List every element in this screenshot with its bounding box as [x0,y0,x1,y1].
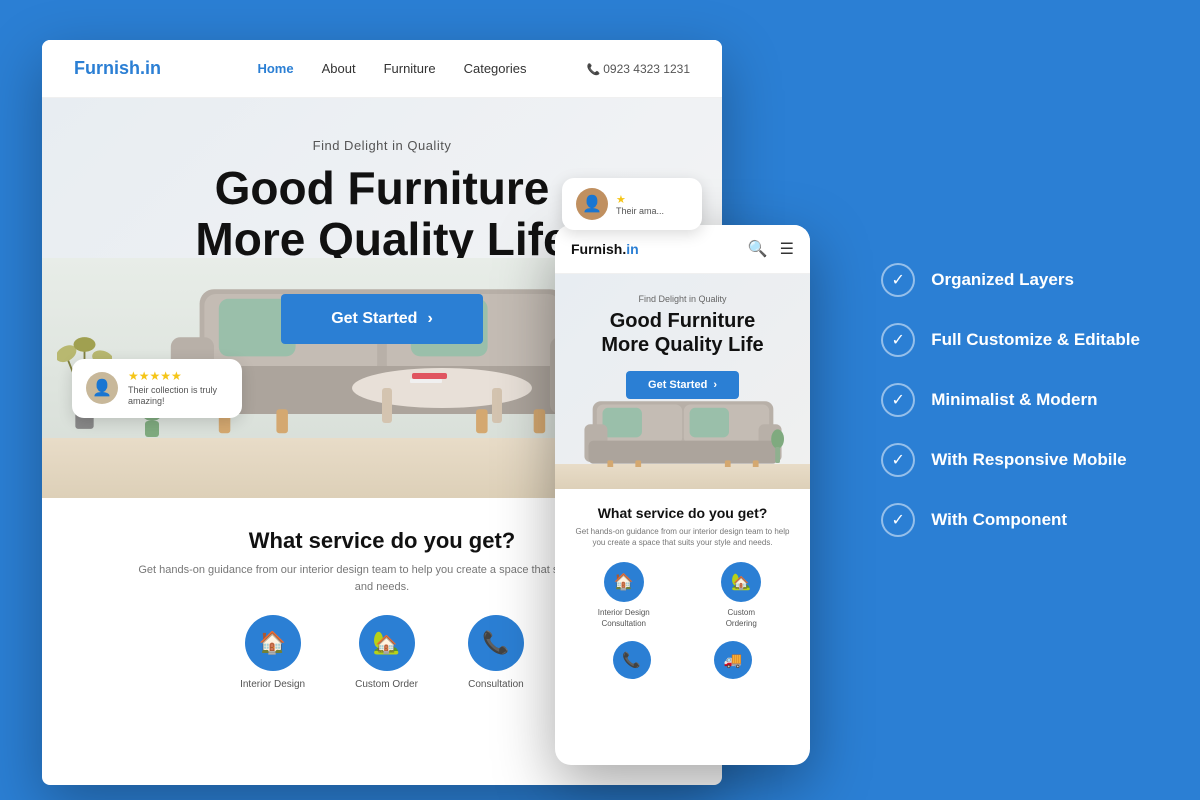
desktop-hero-subtitle: Find Delight in Quality [313,138,452,153]
feature-label-2: Full Customize & Editable [931,330,1140,350]
search-icon[interactable]: 🔍 [748,239,768,259]
feature-item-4: ✓ With Responsive Mobile [881,443,1140,477]
mobile-icon-circle-delivery: 🚚 [714,641,752,679]
review-stars: ★★★★★ [128,369,228,383]
mobile-services-grid: 🏠 Interior DesignConsultation 🏡 CustomOr… [571,562,794,629]
feature-check-4: ✓ [881,443,915,477]
service-item-custom: 🏡 Custom Order [355,615,418,690]
desktop-phone: 0923 4323 1231 [586,62,690,76]
check-icon-5: ✓ [892,510,905,530]
mobile-service-icon-custom: 🏡 [721,562,761,602]
feature-check-2: ✓ [881,323,915,357]
logo-suffix: in [145,58,161,78]
feature-item-3: ✓ Minimalist & Modern [881,383,1140,417]
mobile-nav: Furnish.in 🔍 ☰ [555,225,810,274]
mobile-title-line2: More Quality Life [601,334,763,356]
review-content-2: ★ Their ama... [616,193,664,216]
mobile-cta-arrow: › [713,379,717,391]
mobile-services-title: What service do you get? [571,505,794,521]
mobile-icons-row: 📞 🚚 [571,629,794,679]
feature-label-1: Organized Layers [931,270,1074,290]
cta-arrow: › [427,310,432,328]
feature-item-5: ✓ With Component [881,503,1140,537]
feature-item-1: ✓ Organized Layers [881,263,1140,297]
service-icon-custom: 🏡 [359,615,415,671]
desktop-cta-button[interactable]: Get Started › [281,294,483,344]
feature-item-2: ✓ Full Customize & Editable [881,323,1140,357]
mobile-icon-delivery: 🚚 [714,641,752,679]
mobile-service-custom: 🏡 CustomOrdering [689,562,795,629]
mobile-hero-title: Good Furniture More Quality Life [601,309,763,357]
mobile-sofa-area [555,384,810,489]
feature-label-5: With Component [931,510,1067,530]
review-badge-desktop: 👤 ★★★★★ Their collection is truly amazin… [72,359,242,418]
coffee-table-svg [342,363,542,443]
nav-link-categories[interactable]: Categories [464,61,527,76]
review-content: ★★★★★ Their collection is truly amazing! [128,369,228,408]
mobile-hero: Find Delight in Quality Good Furniture M… [555,274,810,489]
feature-check-3: ✓ [881,383,915,417]
mobile-icon-phone: 📞 [613,641,651,679]
cta-label: Get Started [331,310,417,328]
service-item-phone: 📞 Consultation [468,615,524,690]
nav-link-furniture[interactable]: Furniture [384,61,436,76]
mobile-floor [555,464,810,489]
service-label-interior: Interior Design [240,679,305,690]
mobile-icon-circle-phone: 📞 [613,641,651,679]
reviewer-avatar-2: 👤 [576,188,608,220]
features-list: ✓ Organized Layers ✓ Full Customize & Ed… [881,263,1140,537]
feature-label-3: Minimalist & Modern [931,390,1097,410]
feature-label-4: With Responsive Mobile [931,450,1126,470]
logo-text: Furnish. [74,58,145,78]
mobile-plant [768,427,788,467]
mobile-service-icon-interior: 🏠 [604,562,644,602]
menu-icon[interactable]: ☰ [780,239,794,259]
desktop-logo: Furnish.in [74,58,161,79]
mobile-service-label-custom: CustomOrdering [726,608,757,629]
feature-check-5: ✓ [881,503,915,537]
mobile-nav-icons: 🔍 ☰ [748,239,794,259]
mobile-services: What service do you get? Get hands-on gu… [555,489,810,695]
hero-title-line1: Good Furniture [215,162,550,214]
nav-link-about[interactable]: About [322,61,356,76]
mobile-logo: Furnish.in [571,241,748,257]
mobile-sofa-svg [568,393,798,467]
hero-title-line2: More Quality Life [195,213,568,265]
service-label-custom: Custom Order [355,679,418,690]
review-text-2: Their ama... [616,206,664,216]
nav-link-home[interactable]: Home [257,61,293,76]
mobile-service-interior: 🏠 Interior DesignConsultation [571,562,677,629]
mobile-cta-label: Get Started [648,379,707,391]
mobile-hero-subtitle: Find Delight in Quality [638,294,726,304]
service-icon-phone: 📞 [468,615,524,671]
review-stars-2: ★ [616,193,664,206]
desktop-nav: Furnish.in Home About Furniture Categori… [42,40,722,98]
mobile-mockup: Furnish.in 🔍 ☰ Find Delight in Quality G… [555,225,810,765]
mobile-logo-suffix: in [626,241,638,257]
review-text: Their collection is truly amazing! [128,385,228,408]
mobile-service-label-interior: Interior DesignConsultation [598,608,650,629]
service-label-phone: Consultation [468,679,524,690]
desktop-hero-title: Good Furniture More Quality Life [195,163,568,264]
check-icon-3: ✓ [892,390,905,410]
mobile-title-line1: Good Furniture [610,310,756,332]
desktop-nav-links: Home About Furniture Categories [257,61,526,76]
mobile-cta-button[interactable]: Get Started › [626,371,739,399]
check-icon-4: ✓ [892,450,905,470]
feature-check-1: ✓ [881,263,915,297]
review-badge-2: 👤 ★ Their ama... [562,178,702,230]
service-item-interior: 🏠 Interior Design [240,615,305,690]
check-icon-1: ✓ [892,270,905,290]
mobile-services-sub: Get hands-on guidance from our interior … [571,526,794,548]
reviewer-avatar: 👤 [86,372,118,404]
service-icon-interior: 🏠 [245,615,301,671]
check-icon-2: ✓ [892,330,905,350]
